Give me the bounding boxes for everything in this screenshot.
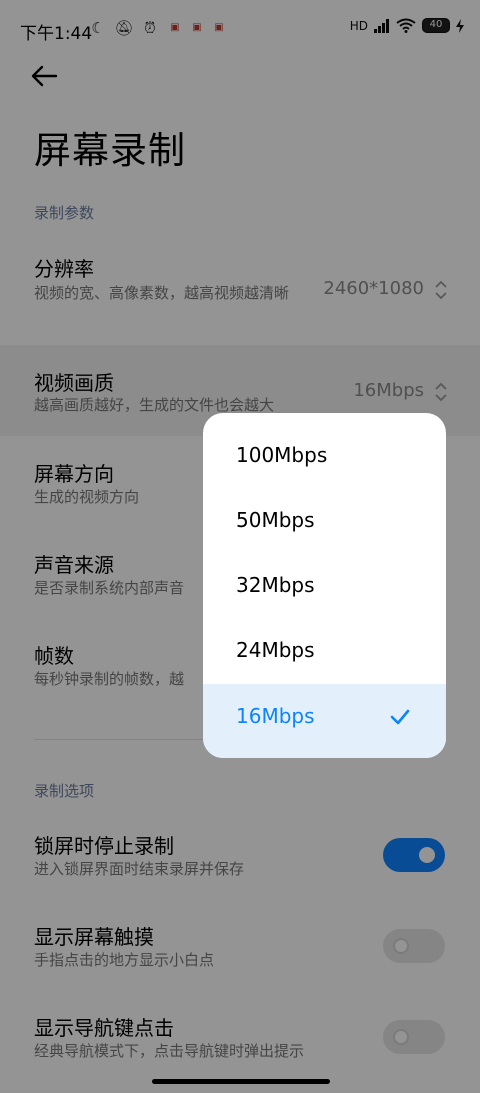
dropdown-option-selected[interactable]: 16Mbps (203, 684, 446, 758)
option-label: 24Mbps (236, 638, 315, 662)
bitrate-dropdown: 100Mbps 50Mbps 32Mbps 24Mbps 16Mbps (203, 413, 446, 758)
dropdown-option[interactable]: 32Mbps (203, 553, 446, 618)
dropdown-option[interactable]: 24Mbps (203, 618, 446, 683)
option-label: 32Mbps (236, 573, 315, 597)
screen-recording-settings-page: 下午1:44 ☾ 🔕︎ ⏰︎ ▣ ▣ ▣ HD 40 屏幕录制 录制参数 分辨率… (0, 0, 480, 1093)
dropdown-option[interactable]: 50Mbps (203, 488, 446, 553)
dropdown-option[interactable]: 100Mbps (203, 423, 446, 488)
option-label: 50Mbps (236, 508, 315, 532)
option-label: 100Mbps (236, 443, 328, 467)
option-label: 16Mbps (236, 704, 315, 728)
home-indicator[interactable] (152, 1079, 330, 1084)
checkmark-icon (390, 709, 410, 725)
